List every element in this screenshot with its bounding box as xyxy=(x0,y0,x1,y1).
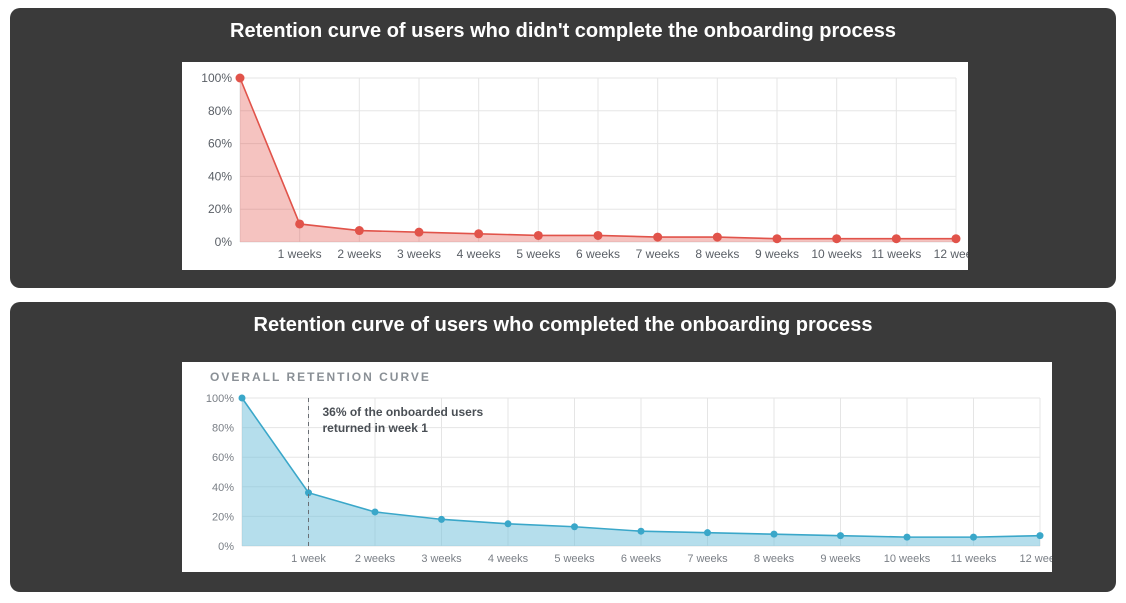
data-point xyxy=(372,508,379,515)
svg-text:6 weeks: 6 weeks xyxy=(621,553,662,565)
svg-text:11 weeks: 11 weeks xyxy=(951,553,997,565)
chart-onboarded: OVERALL RETENTION CURVE 0% 20% 40% 60% 80% 10… xyxy=(182,362,1052,572)
svg-text:5 weeks: 5 weeks xyxy=(516,247,560,261)
card-title-bottom: Retention curve of users who completed t… xyxy=(10,314,1116,337)
svg-text:5 weeks: 5 weeks xyxy=(554,553,595,565)
svg-text:2 weeks: 2 weeks xyxy=(337,247,381,261)
svg-text:8 weeks: 8 weeks xyxy=(695,247,739,261)
annotation-text: returned in week 1 xyxy=(323,421,429,435)
data-point xyxy=(970,534,977,541)
chart-subtitle: OVERALL RETENTION CURVE xyxy=(210,370,431,384)
data-point xyxy=(713,233,722,242)
data-point xyxy=(239,395,246,402)
card-not-onboarded: Retention curve of users who didn't comp… xyxy=(10,8,1116,288)
svg-text:40%: 40% xyxy=(208,169,232,183)
data-point xyxy=(704,529,711,536)
data-point xyxy=(1037,532,1044,539)
svg-text:2 weeks: 2 weeks xyxy=(355,553,396,565)
svg-text:12 week: 12 week xyxy=(934,247,968,261)
svg-text:3 weeks: 3 weeks xyxy=(421,553,462,565)
data-point xyxy=(236,74,245,83)
svg-text:80%: 80% xyxy=(208,104,232,118)
data-point xyxy=(594,231,603,240)
data-point xyxy=(771,531,778,538)
svg-text:10 weeks: 10 weeks xyxy=(884,553,931,565)
data-point xyxy=(653,233,662,242)
svg-text:0%: 0% xyxy=(215,235,233,249)
svg-text:7 weeks: 7 weeks xyxy=(687,553,728,565)
data-point xyxy=(773,234,782,243)
svg-text:4 weeks: 4 weeks xyxy=(488,553,529,565)
data-point xyxy=(952,234,961,243)
svg-text:40%: 40% xyxy=(212,482,234,494)
svg-text:20%: 20% xyxy=(212,511,234,523)
svg-text:20%: 20% xyxy=(208,202,232,216)
svg-text:1 weeks: 1 weeks xyxy=(278,247,322,261)
data-point xyxy=(832,234,841,243)
data-point xyxy=(638,528,645,535)
svg-text:100%: 100% xyxy=(206,393,234,405)
svg-text:9 weeks: 9 weeks xyxy=(820,553,861,565)
data-point xyxy=(892,234,901,243)
data-point xyxy=(415,228,424,237)
svg-text:60%: 60% xyxy=(212,452,234,464)
data-point xyxy=(505,520,512,527)
card-onboarded: Retention curve of users who completed t… xyxy=(10,302,1116,592)
svg-text:60%: 60% xyxy=(208,137,232,151)
data-point xyxy=(295,219,304,228)
svg-text:9 weeks: 9 weeks xyxy=(755,247,799,261)
svg-text:10 weeks: 10 weeks xyxy=(811,247,862,261)
svg-text:7 weeks: 7 weeks xyxy=(636,247,680,261)
data-point xyxy=(904,534,911,541)
svg-text:1 week: 1 week xyxy=(291,553,326,565)
svg-text:6 weeks: 6 weeks xyxy=(576,247,620,261)
svg-text:11 weeks: 11 weeks xyxy=(871,247,921,261)
svg-text:12 week: 12 week xyxy=(1020,553,1052,565)
svg-text:4 weeks: 4 weeks xyxy=(457,247,501,261)
data-point xyxy=(571,523,578,530)
annotation-text: 36% of the onboarded users xyxy=(323,405,484,419)
data-point xyxy=(534,231,543,240)
data-point xyxy=(837,532,844,539)
chart-not-onboarded: 0% 20% 40% 60% 80% 100% 1 weeks 2 weeks 3 weeks 4… xyxy=(182,62,968,270)
card-title-top: Retention curve of users who didn't comp… xyxy=(10,20,1116,43)
svg-text:80%: 80% xyxy=(212,423,234,435)
data-point xyxy=(438,516,445,523)
svg-text:0%: 0% xyxy=(218,541,234,553)
data-point xyxy=(474,229,483,238)
svg-text:100%: 100% xyxy=(201,71,232,85)
svg-text:3 weeks: 3 weeks xyxy=(397,247,441,261)
svg-text:8 weeks: 8 weeks xyxy=(754,553,795,565)
data-point xyxy=(355,226,364,235)
